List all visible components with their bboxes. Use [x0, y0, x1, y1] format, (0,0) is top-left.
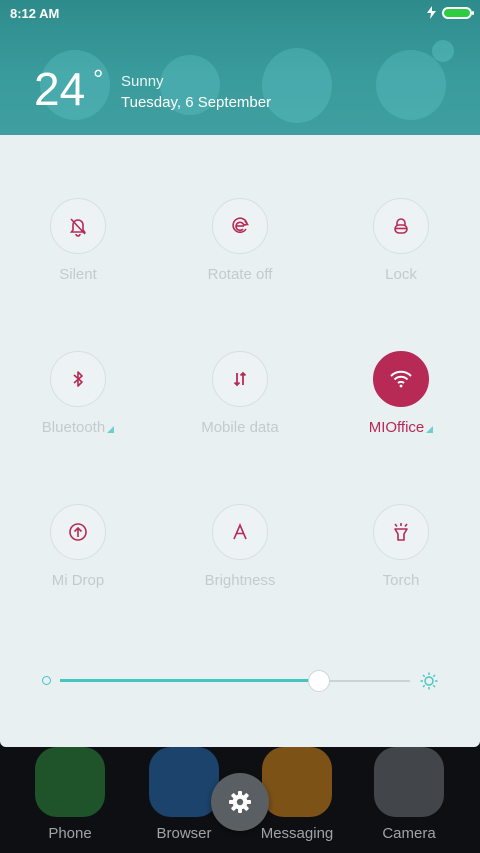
mobile-data-icon	[233, 371, 247, 387]
toggle-bluetooth[interactable]: Bluetooth	[18, 351, 138, 436]
status-icons	[427, 6, 474, 19]
dock-app-camera[interactable]: Camera	[349, 747, 469, 842]
weather-condition: Sunny	[121, 73, 164, 90]
toggle-label: MIOffice	[341, 419, 461, 436]
toggle-circle[interactable]	[212, 351, 268, 407]
status-time: 8:12 AM	[10, 6, 60, 21]
toggle-circle[interactable]	[373, 198, 429, 254]
quick-settings-panel: Silent Rotate off Lock Bluetooth Mobile …	[0, 135, 480, 747]
silent-bell-icon	[69, 218, 87, 237]
toggle-circle[interactable]	[50, 351, 106, 407]
toggle-circle[interactable]	[50, 198, 106, 254]
toggle-rotate[interactable]: Rotate off	[180, 198, 300, 283]
mi-drop-icon	[69, 523, 87, 541]
wallpaper-shape	[262, 48, 332, 123]
toggle-mobile-data[interactable]: Mobile data	[180, 351, 300, 436]
settings-button[interactable]	[211, 773, 269, 831]
menu-caret-icon	[107, 426, 115, 433]
date-label[interactable]: Tuesday, 6 September	[121, 94, 271, 111]
toggle-brightness[interactable]: Brightness	[180, 504, 300, 589]
toggle-silent[interactable]: Silent	[18, 198, 138, 283]
wallpaper-shape	[432, 40, 454, 62]
toggle-mi-drop[interactable]: Mi Drop	[18, 504, 138, 589]
bluetooth-icon	[73, 371, 83, 387]
app-label: Camera	[382, 825, 436, 842]
toggle-label-text: Bluetooth	[41, 419, 106, 436]
app-label: Phone	[48, 825, 92, 842]
toggle-lock[interactable]: Lock	[341, 198, 461, 283]
toggle-label: Mi Drop	[51, 572, 105, 589]
toggle-circle[interactable]	[50, 504, 106, 560]
weather-temperature[interactable]: 24	[34, 62, 85, 116]
messaging-icon[interactable]	[262, 747, 332, 817]
browser-icon[interactable]	[149, 747, 219, 817]
toggle-label-text: MIOffice	[368, 419, 425, 436]
toggle-label: Mobile data	[201, 419, 279, 436]
toggle-circle[interactable]	[212, 504, 268, 560]
lock-icon	[394, 218, 408, 234]
toggle-torch[interactable]: Torch	[341, 504, 461, 589]
app-label: Messaging	[260, 825, 334, 842]
toggle-label: Torch	[382, 572, 420, 589]
brightness-auto-icon	[233, 522, 247, 540]
slider-thumb[interactable]	[308, 670, 330, 692]
toggle-label: Bluetooth	[18, 419, 138, 436]
brightness-high-icon	[420, 672, 438, 690]
charging-icon	[427, 6, 436, 19]
wallpaper-shape	[376, 50, 446, 120]
gear-icon	[229, 791, 251, 813]
battery-icon	[442, 6, 474, 19]
toggle-circle[interactable]	[373, 504, 429, 560]
toggle-label: Silent	[59, 266, 97, 283]
toggle-label: Brightness	[204, 572, 276, 589]
wifi-icon	[390, 370, 412, 388]
torch-icon	[394, 523, 408, 541]
rotate-lock-icon	[232, 217, 249, 233]
slider-fill	[60, 679, 319, 682]
toggle-label: Rotate off	[207, 266, 273, 283]
dock-app-phone[interactable]: Phone	[10, 747, 130, 842]
toggle-wifi[interactable]: MIOffice	[341, 351, 461, 436]
menu-caret-icon	[426, 426, 434, 433]
phone-icon[interactable]	[35, 747, 105, 817]
toggle-circle[interactable]	[373, 351, 429, 407]
toggle-label: Lock	[385, 266, 417, 283]
notification-header: 8:12 AM 24 ° Sunny Tuesday, 6 September	[0, 0, 480, 135]
degree-symbol: °	[93, 64, 104, 94]
camera-icon[interactable]	[374, 747, 444, 817]
brightness-slider[interactable]	[40, 667, 440, 697]
toggle-circle[interactable]	[212, 198, 268, 254]
brightness-low-icon	[42, 676, 51, 685]
